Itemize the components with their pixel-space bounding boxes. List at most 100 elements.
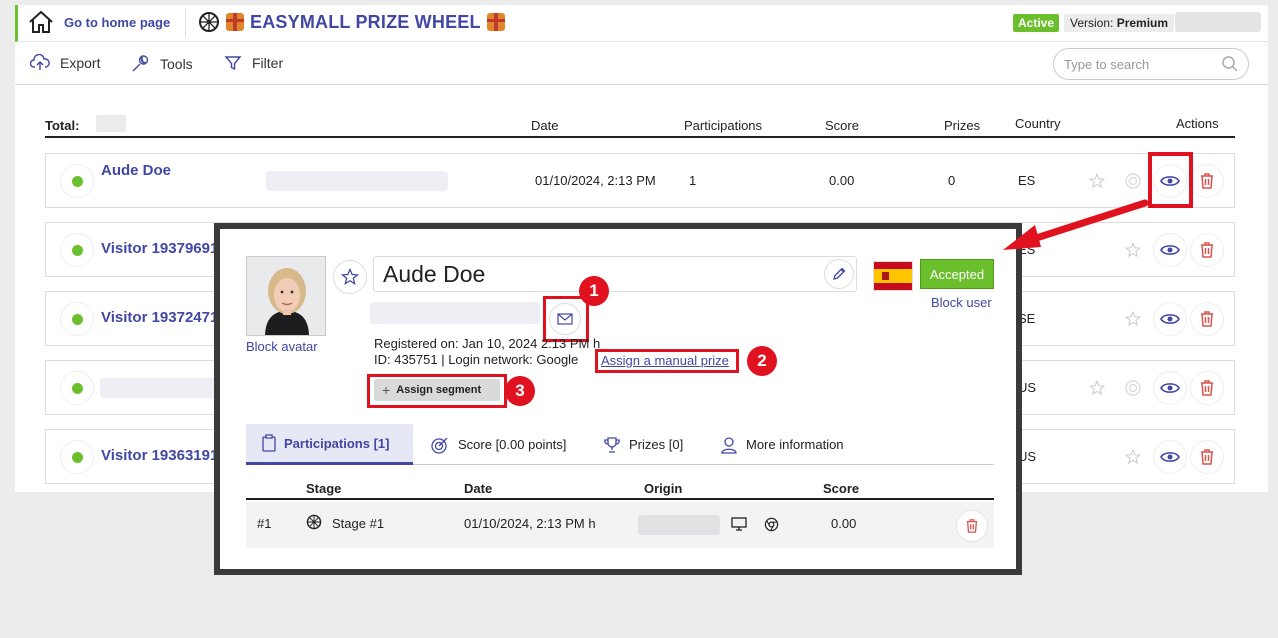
- status-dot: [60, 371, 94, 405]
- participation-score: 0.00: [831, 516, 857, 531]
- col-actions: Actions: [1176, 116, 1219, 131]
- home-link[interactable]: Go to home page: [28, 10, 170, 34]
- target-icon[interactable]: [1116, 164, 1150, 198]
- wrench-icon: [130, 54, 150, 74]
- participation-row: #1 Stage #1 01/10/2024, 2:13 PM h 0.00: [246, 502, 994, 548]
- participation-date: 01/10/2024, 2:13 PM h: [464, 516, 596, 531]
- name-field[interactable]: Aude Doe: [373, 256, 857, 292]
- callout-box-3: [367, 374, 507, 408]
- favorite-icon[interactable]: [1116, 302, 1150, 336]
- tab-prizes[interactable]: Prizes [0]: [603, 424, 683, 465]
- col-date[interactable]: Date: [531, 118, 558, 133]
- delete-trash-icon[interactable]: [1190, 371, 1224, 405]
- user-name: Aude Doe: [383, 261, 486, 287]
- search-box: [1053, 48, 1249, 80]
- view-eye-icon[interactable]: [1153, 440, 1187, 474]
- total-label: Total:: [45, 118, 80, 133]
- status-dot: [60, 440, 94, 474]
- col-prizes[interactable]: Prizes: [944, 118, 980, 133]
- delete-trash-icon[interactable]: [956, 510, 988, 542]
- callout-number-3: 3: [505, 376, 535, 406]
- status-dot: [60, 164, 94, 198]
- brand-title: EASYMALL PRIZE WHEEL: [250, 11, 481, 32]
- user-name-link[interactable]: Visitor 19363191: [101, 447, 218, 464]
- user-menu[interactable]: [1175, 12, 1261, 32]
- home-label: Go to home page: [64, 14, 171, 30]
- status-accepted-button[interactable]: Accepted: [920, 259, 994, 289]
- delete-trash-icon[interactable]: [1190, 164, 1224, 198]
- participations-table-header: Stage Date Origin Score: [246, 479, 994, 500]
- tab-more-information[interactable]: More information: [720, 424, 844, 465]
- tools-label: Tools: [160, 56, 193, 72]
- tab-participations[interactable]: Participations [1]: [246, 424, 413, 465]
- user-name-link[interactable]: Aude Doe: [101, 162, 171, 179]
- participation-stage: Stage #1: [332, 516, 385, 531]
- table-header: Total: Date Participations Score Prizes …: [45, 115, 1235, 138]
- favorite-icon[interactable]: [1116, 440, 1150, 474]
- target-icon[interactable]: [1116, 371, 1150, 405]
- wheel-icon: [198, 11, 220, 33]
- block-user-link[interactable]: Block user: [931, 295, 992, 310]
- tab-label: Participations [1]: [284, 435, 390, 451]
- callout-number-2: 2: [747, 346, 777, 376]
- topbar: Go to home page EASYMALL PRIZE WHEEL Act…: [15, 5, 1268, 42]
- filter-button[interactable]: Filter: [224, 54, 283, 72]
- tab-score[interactable]: Score [0.00 points]: [430, 424, 566, 465]
- block-avatar-link[interactable]: Block avatar: [246, 339, 318, 354]
- callout-arrow: [1003, 199, 1149, 250]
- divider: [185, 9, 186, 37]
- tab-label: More information: [746, 437, 844, 452]
- spain-flag-icon: [873, 261, 913, 291]
- desktop-icon: [731, 517, 747, 534]
- search-input[interactable]: [1064, 56, 1214, 72]
- email-redacted: [266, 171, 448, 191]
- delete-trash-icon[interactable]: [1190, 440, 1224, 474]
- favorite-icon[interactable]: [1080, 164, 1114, 198]
- modal-tabs: Participations [1] Score [0.00 points] P…: [246, 424, 994, 465]
- view-eye-icon[interactable]: [1153, 302, 1187, 336]
- callout-number-1: 1: [579, 276, 609, 306]
- col-stage: Stage: [306, 481, 342, 496]
- search-icon[interactable]: [1221, 55, 1239, 78]
- cloud-upload-icon: [30, 54, 50, 72]
- gift-icon: [226, 13, 244, 31]
- row-date: 01/10/2024, 2:13 PM: [535, 173, 656, 188]
- col-country[interactable]: Country: [1015, 116, 1061, 131]
- favorite-icon[interactable]: [1080, 371, 1114, 405]
- toolbar: Export Tools Filter: [15, 43, 1268, 85]
- gift-icon: [486, 13, 505, 31]
- origin-redacted: [638, 515, 720, 535]
- user-name-link[interactable]: Visitor 19379691: [101, 240, 218, 257]
- edit-pencil-icon[interactable]: [824, 259, 854, 289]
- row-participations: 1: [689, 173, 697, 188]
- favorite-icon[interactable]: [333, 260, 367, 294]
- delete-trash-icon[interactable]: [1190, 233, 1224, 267]
- wheel-icon: [306, 514, 322, 533]
- user-name-link[interactable]: Visitor 19372471: [101, 309, 218, 326]
- tools-button[interactable]: Tools: [130, 54, 193, 74]
- email-redacted: [370, 302, 540, 324]
- home-icon: [28, 10, 54, 34]
- brand: EASYMALL PRIZE WHEEL: [198, 11, 505, 33]
- col-origin: Origin: [644, 481, 683, 496]
- view-eye-icon[interactable]: [1153, 371, 1187, 405]
- user-id-line: ID: 435751 | Login network: Google: [374, 352, 579, 367]
- col-participations[interactable]: Participations: [684, 118, 762, 133]
- col-score[interactable]: Score: [825, 118, 859, 133]
- status-badge: Active: [1013, 14, 1060, 32]
- export-button[interactable]: Export: [30, 54, 100, 72]
- target-icon: [430, 435, 450, 455]
- user-detail-modal: Block avatar Aude Doe Accepted Block use…: [214, 223, 1022, 575]
- view-eye-icon[interactable]: [1153, 233, 1187, 267]
- tab-label: Score [0.00 points]: [458, 437, 567, 452]
- row-prizes: 0: [948, 173, 956, 188]
- tab-label: Prizes [0]: [629, 437, 684, 452]
- clipboard-icon: [262, 434, 276, 452]
- status-dot: [60, 233, 94, 267]
- user-name-redacted: [100, 378, 220, 398]
- filter-icon: [224, 54, 242, 72]
- row-score: 0.00: [829, 173, 855, 188]
- total-value-redacted: [96, 115, 126, 132]
- delete-trash-icon[interactable]: [1190, 302, 1224, 336]
- filter-label: Filter: [252, 55, 284, 71]
